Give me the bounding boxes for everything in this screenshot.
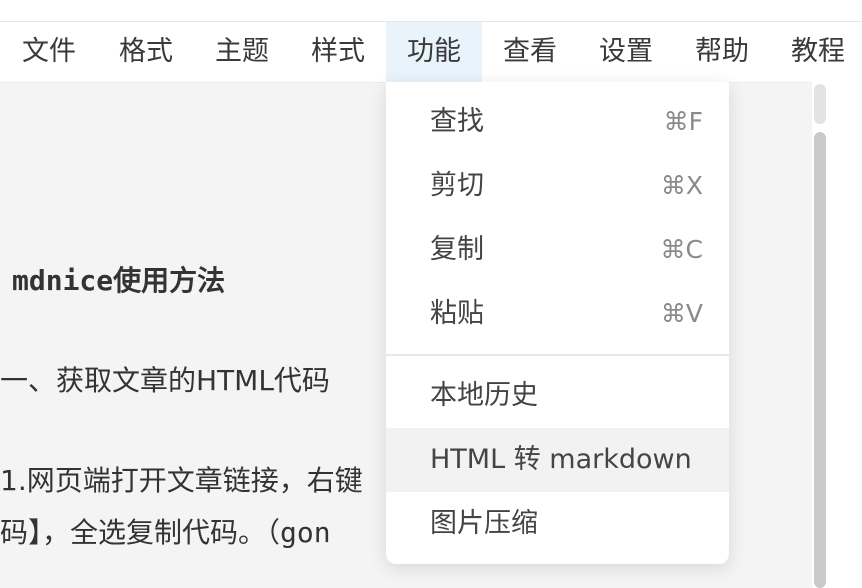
shortcut-label: ⌘C xyxy=(660,235,703,264)
menu-help[interactable]: 帮助 xyxy=(674,22,770,82)
menu-item-cut[interactable]: 剪切 ⌘X xyxy=(386,154,729,218)
menu-item-label: 图片压缩 xyxy=(430,508,538,539)
menu-file[interactable]: 文件 xyxy=(0,22,98,82)
menu-item-copy[interactable]: 复制 ⌘C xyxy=(386,218,729,282)
editor-subheading-line: 一、获取文章的HTML代码 xyxy=(0,364,330,397)
menu-divider xyxy=(386,354,729,356)
shortcut-label: ⌘F xyxy=(663,107,703,136)
scrollbar-track-top xyxy=(814,84,826,124)
menu-view[interactable]: 查看 xyxy=(482,22,578,82)
editor-text-line: 码】，全选复制代码。（gon xyxy=(0,516,331,549)
scrollbar-thumb[interactable] xyxy=(814,132,826,588)
menu-theme[interactable]: 主题 xyxy=(194,22,290,82)
menu-tutorial[interactable]: 教程 xyxy=(770,22,862,82)
editor-heading-line: mdnice使用方法 xyxy=(12,264,226,297)
menubar: 文件 格式 主题 样式 功能 查看 设置 帮助 教程 xyxy=(0,22,862,82)
menu-style[interactable]: 样式 xyxy=(290,22,386,82)
menu-item-label: 粘贴 xyxy=(430,298,484,329)
menu-item-label: 复制 xyxy=(430,234,484,265)
window-top-strip xyxy=(0,0,862,22)
menu-item-label: 本地历史 xyxy=(430,380,538,411)
menu-item-image-compress[interactable]: 图片压缩 xyxy=(386,492,729,556)
editor-text-line: 1.网页端打开文章链接，右键 xyxy=(0,464,363,497)
shortcut-label: ⌘X xyxy=(660,171,703,200)
menu-format[interactable]: 格式 xyxy=(98,22,194,82)
menu-item-html-to-markdown[interactable]: HTML 转 markdown xyxy=(386,428,729,492)
menu-function[interactable]: 功能 xyxy=(386,22,482,82)
menu-item-find[interactable]: 查找 ⌘F xyxy=(386,90,729,154)
menu-settings[interactable]: 设置 xyxy=(578,22,674,82)
shortcut-label: ⌘V xyxy=(660,299,703,328)
menu-item-label: HTML 转 markdown xyxy=(430,444,692,475)
function-dropdown-menu: 查找 ⌘F 剪切 ⌘X 复制 ⌘C 粘贴 ⌘V 本地历史 HTML 转 mark… xyxy=(386,82,729,564)
menu-item-label: 剪切 xyxy=(430,170,484,201)
menu-item-local-history[interactable]: 本地历史 xyxy=(386,364,729,428)
menu-item-paste[interactable]: 粘贴 ⌘V xyxy=(386,282,729,346)
menu-item-label: 查找 xyxy=(430,106,484,137)
